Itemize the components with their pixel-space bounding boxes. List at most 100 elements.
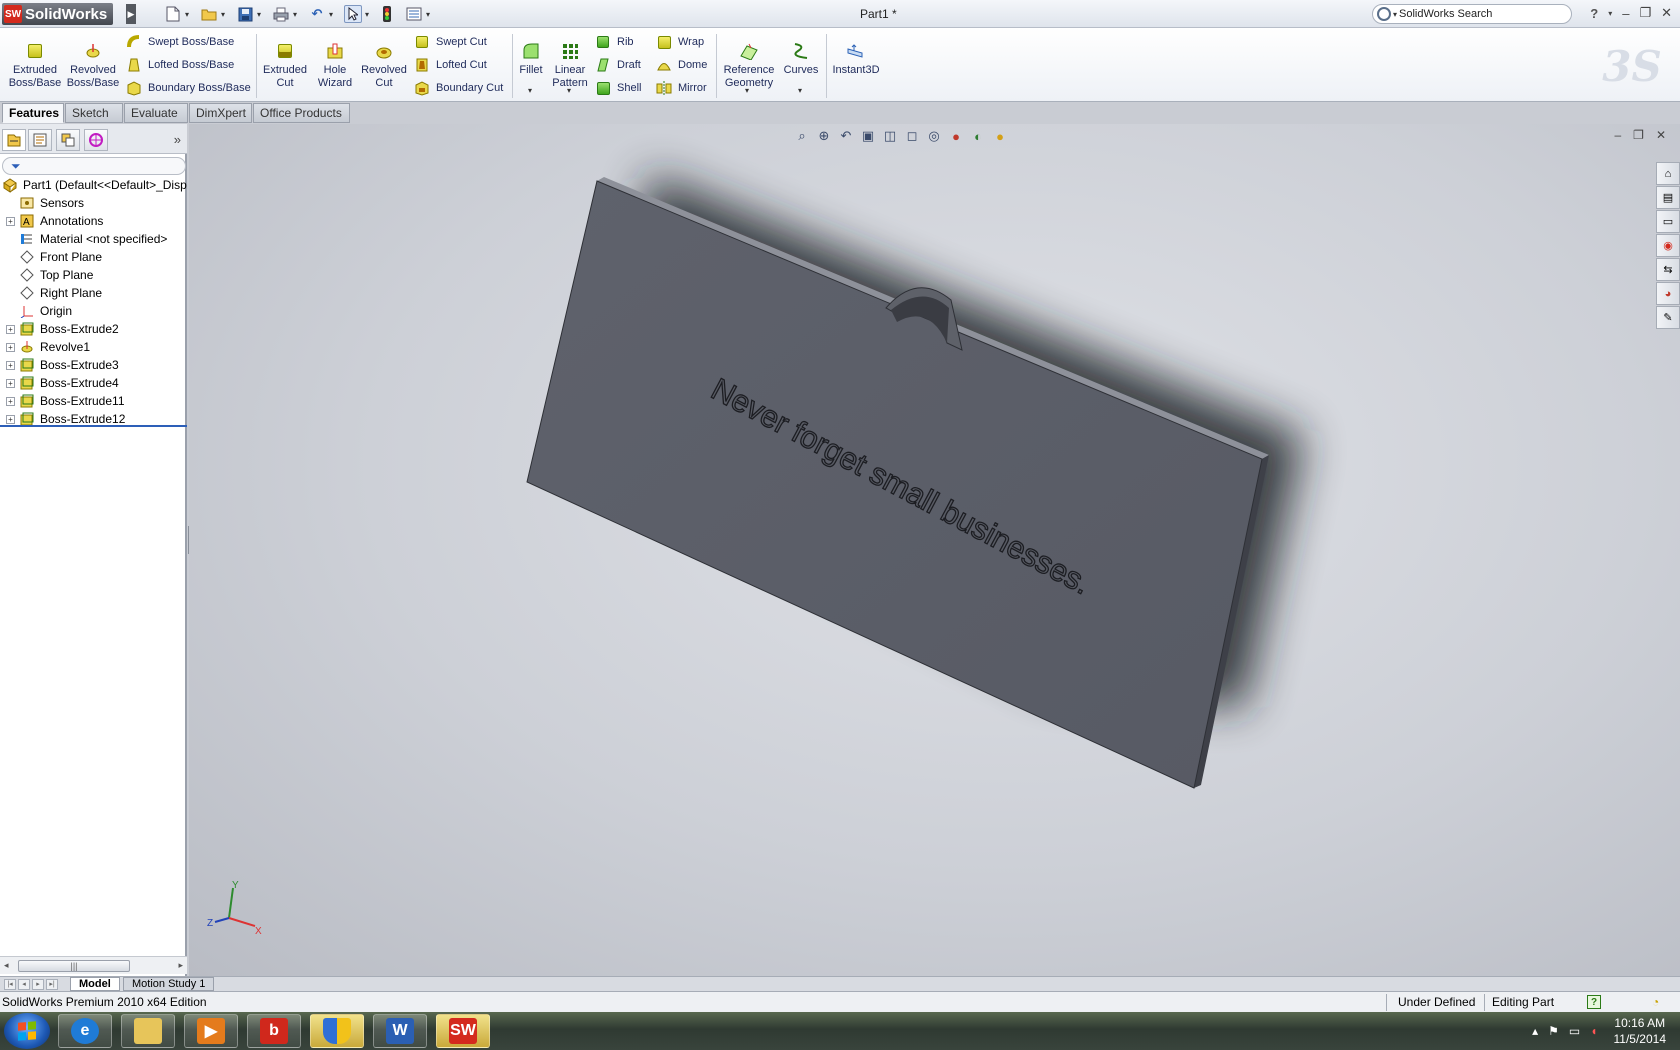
zoom-to-fit-icon[interactable]: ⌕	[793, 127, 811, 145]
lofted-boss-button[interactable]: Lofted Boss/Base	[126, 55, 234, 75]
swept-boss-button[interactable]: Swept Boss/Base	[126, 32, 234, 52]
security-shield-icon[interactable]	[310, 1014, 364, 1048]
rib-button[interactable]: Rib	[595, 32, 634, 52]
boundary-cut-button[interactable]: Boundary Cut	[414, 78, 503, 98]
tree-root-part[interactable]: Part1 (Default<<Default>_Display State 1…	[0, 176, 187, 194]
display-style-icon[interactable]: ◻	[903, 127, 921, 145]
pattern-dropdown-icon[interactable]: ▾	[567, 86, 571, 95]
wrap-button[interactable]: Wrap	[656, 32, 704, 52]
graphics-area[interactable]: Never forget small businesses. ⌕ ⊕ ↶ ▣ ◫…	[189, 124, 1680, 976]
solidworks-menu-button[interactable]: SW SolidWorks	[2, 3, 114, 25]
volume-muted-icon[interactable]: ◖	[1590, 1024, 1597, 1038]
hide-show-items-icon[interactable]: ◎	[925, 127, 943, 145]
rebuild-icon[interactable]	[378, 5, 396, 23]
explorer-icon[interactable]	[121, 1014, 175, 1048]
search-input[interactable]: SolidWorks Search	[1399, 8, 1492, 20]
tree-item[interactable]: + Boss-Extrude2	[0, 320, 187, 338]
configuration-manager-tab-icon[interactable]	[56, 129, 80, 151]
menu-expand-arrow-icon[interactable]: ▶	[126, 4, 136, 24]
undo-dropdown-icon[interactable]: ▾	[327, 10, 335, 19]
reference-geometry-button[interactable]: Reference Geometry	[718, 30, 780, 90]
view-settings-icon[interactable]: ●	[991, 127, 1009, 145]
viewport-close-icon[interactable]: ✕	[1656, 128, 1666, 142]
scroll-left-arrow-icon[interactable]: ◂	[4, 960, 9, 971]
solidworks-icon[interactable]: SW	[436, 1014, 490, 1048]
solidworks-resources-icon[interactable]: ⌂	[1656, 162, 1680, 185]
custom-properties-icon[interactable]: ✎	[1656, 306, 1680, 329]
instant3d-button[interactable]: Instant3D	[830, 30, 882, 77]
save-dropdown-icon[interactable]: ▾	[255, 10, 263, 19]
dimxpert-manager-tab-icon[interactable]	[84, 129, 108, 151]
section-view-icon[interactable]: ▣	[859, 127, 877, 145]
design-library-icon[interactable]: ▤	[1656, 186, 1680, 209]
save-icon[interactable]	[236, 5, 254, 23]
close-icon[interactable]: ✕	[1661, 5, 1672, 21]
expand-toggle-icon[interactable]: +	[6, 414, 15, 424]
panel-expand-chevron-icon[interactable]: »	[174, 132, 181, 147]
tab-evaluate[interactable]: Evaluate	[124, 103, 188, 123]
options-dropdown-icon[interactable]: ▾	[424, 10, 432, 19]
help-icon[interactable]: ?	[1590, 6, 1598, 21]
tree-item[interactable]: + A Annotations	[0, 212, 187, 230]
tree-item[interactable]: Sensors	[0, 194, 187, 212]
scroll-right-arrow-icon[interactable]: ▸	[178, 960, 183, 971]
rebuild-status-icon[interactable]: ◔	[1652, 995, 1659, 1009]
expand-toggle-icon[interactable]: +	[6, 360, 15, 370]
viewport-restore-icon[interactable]: ❐	[1633, 128, 1644, 142]
expand-toggle-icon[interactable]: +	[6, 396, 15, 406]
curves-button[interactable]: Curves	[780, 30, 822, 77]
linear-pattern-button[interactable]: Linear Pattern	[548, 30, 592, 90]
open-folder-icon[interactable]	[200, 5, 218, 23]
action-center-flag-icon[interactable]: ⚑	[1548, 1024, 1559, 1038]
tree-item[interactable]: Top Plane	[0, 266, 187, 284]
new-dropdown-icon[interactable]: ▾	[183, 10, 191, 19]
options-icon[interactable]	[405, 5, 423, 23]
first-tab-arrow-icon[interactable]: |◂	[4, 979, 16, 990]
draft-button[interactable]: Draft	[595, 55, 641, 75]
reference-geometry-dropdown-icon[interactable]: ▾	[745, 86, 749, 95]
mirror-button[interactable]: Mirror	[656, 78, 707, 98]
next-tab-arrow-icon[interactable]: ▸	[32, 979, 44, 990]
search-results-icon[interactable]: ◉	[1656, 234, 1680, 257]
tree-filter-input[interactable]: ⏷	[2, 157, 186, 175]
tree-item[interactable]: Front Plane	[0, 248, 187, 266]
tree-item[interactable]: Right Plane	[0, 284, 187, 302]
tree-item[interactable]: + Boss-Extrude3	[0, 356, 187, 374]
select-dropdown-icon[interactable]: ▾	[363, 10, 371, 19]
restore-icon[interactable]: ❐	[1639, 5, 1651, 21]
fillet-button[interactable]: Fillet	[514, 30, 548, 77]
prev-tab-arrow-icon[interactable]: ◂	[18, 979, 30, 990]
search-box[interactable]: ▾ SolidWorks Search	[1372, 4, 1572, 24]
dome-button[interactable]: Dome	[656, 55, 707, 75]
extruded-cut-button[interactable]: Extruded Cut	[260, 30, 310, 90]
last-tab-arrow-icon[interactable]: ▸|	[46, 979, 58, 990]
tray-expand-icon[interactable]: ▴	[1532, 1024, 1538, 1038]
print-dropdown-icon[interactable]: ▾	[291, 10, 299, 19]
tab-sketch[interactable]: Sketch	[65, 103, 123, 123]
lofted-cut-button[interactable]: Lofted Cut	[414, 55, 487, 75]
tree-horizontal-scrollbar[interactable]: ◂ ||| ▸	[0, 956, 187, 974]
tab-model[interactable]: Model	[70, 977, 120, 991]
feature-manager-tab-icon[interactable]	[2, 129, 26, 151]
file-explorer-icon[interactable]: ▭	[1656, 210, 1680, 233]
new-document-icon[interactable]	[164, 5, 182, 23]
viewport-minimize-icon[interactable]: –	[1614, 128, 1621, 142]
minimize-icon[interactable]: –	[1622, 6, 1629, 21]
tree-item[interactable]: + Boss-Extrude4	[0, 374, 187, 392]
search-icon[interactable]	[1377, 7, 1391, 21]
fillet-dropdown-icon[interactable]: ▾	[528, 86, 532, 95]
extruded-boss-button[interactable]: Extruded Boss/Base	[8, 30, 62, 90]
network-icon[interactable]: ▭	[1569, 1024, 1580, 1038]
tree-item[interactable]: + Boss-Extrude11	[0, 392, 187, 410]
search-dropdown-icon[interactable]: ▾	[1393, 10, 1397, 19]
tab-office-products[interactable]: Office Products	[253, 103, 350, 123]
ie-icon[interactable]: e	[58, 1014, 112, 1048]
system-clock[interactable]: 10:16 AM 11/5/2014	[1614, 1015, 1667, 1047]
tree-item[interactable]: Material <not specified>	[0, 230, 187, 248]
appearances-scenes-icon[interactable]: ◕	[1656, 282, 1680, 305]
open-dropdown-icon[interactable]: ▾	[219, 10, 227, 19]
select-cursor-icon[interactable]	[344, 5, 362, 23]
expand-toggle-icon[interactable]: +	[6, 216, 15, 226]
zoom-to-area-icon[interactable]: ⊕	[815, 127, 833, 145]
edit-appearance-icon[interactable]: ●	[947, 127, 965, 145]
